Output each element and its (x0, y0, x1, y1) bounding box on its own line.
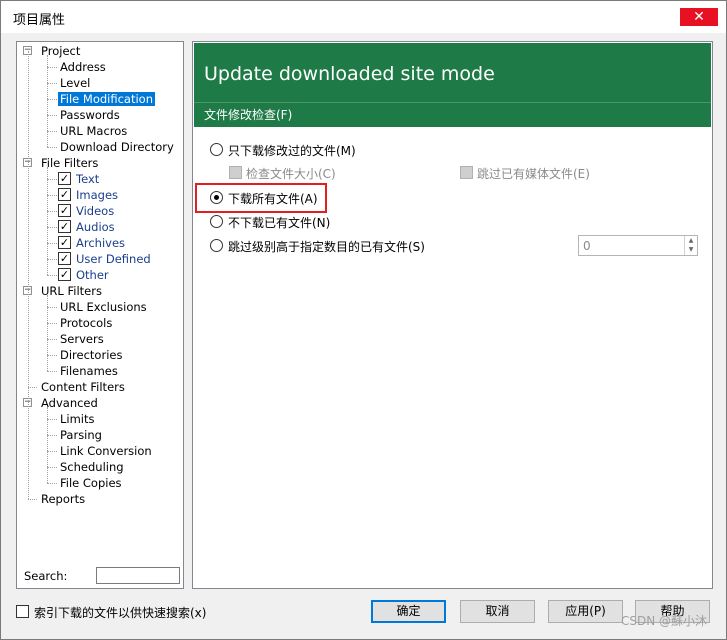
tree-item-label: Audios (76, 220, 115, 234)
filter-checkbox[interactable]: ✓ (58, 220, 71, 233)
spin-buttons[interactable]: ▲ ▼ (684, 236, 697, 255)
tree-item-limits[interactable]: Limits (58, 411, 97, 427)
section-title: 文件修改检查(F) (194, 102, 711, 126)
filter-checkbox[interactable]: ✓ (58, 252, 71, 265)
tree-item-content-filters[interactable]: Content Filters (39, 379, 127, 395)
ok-button[interactable]: 确定 (371, 600, 446, 623)
tree-item-address[interactable]: Address (58, 59, 108, 75)
tree-item-text[interactable]: Text (74, 171, 101, 187)
tree-item-label: Download Directory (60, 140, 174, 154)
tree-item-label: Parsing (60, 428, 102, 442)
tree-item-label: Project (41, 44, 81, 58)
tree-item-level[interactable]: Level (58, 75, 92, 91)
tree-item-url-exclusions[interactable]: URL Exclusions (58, 299, 149, 315)
filter-checkbox[interactable]: ✓ (58, 172, 71, 185)
tree-item-servers[interactable]: Servers (58, 331, 106, 347)
tree-item-url-filters[interactable]: URL Filters (39, 283, 104, 299)
tree-item-label: URL Macros (60, 124, 128, 138)
tree-item-label: Reports (41, 492, 86, 506)
filter-checkbox[interactable]: ✓ (58, 188, 71, 201)
tree-item-audios[interactable]: Audios (74, 219, 117, 235)
tree-item-label: URL Exclusions (60, 300, 147, 314)
tree-item-label: Protocols (60, 316, 113, 330)
close-button[interactable]: ✕ (680, 8, 718, 26)
check-size-checkbox[interactable] (229, 166, 242, 179)
tree-item-label: Archives (76, 236, 126, 250)
skip-level-spinbox[interactable]: 0 ▲ ▼ (578, 235, 698, 256)
tree-item-download-directory[interactable]: Download Directory (58, 139, 176, 155)
tree-item-scheduling[interactable]: Scheduling (58, 459, 126, 475)
tree-item-label: Scheduling (60, 460, 124, 474)
tree-item-link-conversion[interactable]: Link Conversion (58, 443, 154, 459)
tree-item-label: Directories (60, 348, 123, 362)
index-files-checkbox[interactable] (16, 605, 29, 618)
label-only-modified: 只下载修改过的文件(M) (228, 144, 356, 158)
window-title: 项目属性 (13, 13, 66, 28)
tree-item-label: Limits (60, 412, 95, 426)
tree-item-label: File Filters (41, 156, 99, 170)
filter-checkbox[interactable]: ✓ (58, 268, 71, 281)
tree-item-filenames[interactable]: Filenames (58, 363, 120, 379)
skip-level-value: 0 (583, 239, 591, 253)
tree-item-label: Images (76, 188, 119, 202)
tree-item-project[interactable]: Project (39, 43, 82, 59)
spin-up-icon[interactable]: ▲ (685, 236, 697, 245)
title-bar: 项目属性 ✕ (1, 1, 726, 33)
tree-item-reports[interactable]: Reports (39, 491, 87, 507)
search-label: Search: (24, 569, 68, 583)
tree-item-archives[interactable]: Archives (74, 235, 127, 251)
radio-only-modified[interactable] (210, 143, 223, 156)
tree-item-label: Level (60, 76, 91, 90)
content-panel: Update downloaded site mode 文件修改检查(F) (192, 41, 713, 589)
settings-tree: − Project Address Level File Modification Pas… (16, 41, 184, 589)
tree-item-videos[interactable]: Videos (74, 203, 116, 219)
label-skip-level: 跳过级别高于指定数目的已有文件(S) (228, 240, 425, 254)
label-no-existing: 不下载已有文件(N) (228, 216, 331, 230)
annotation-highlight-box (195, 183, 327, 213)
tree-item-label: Servers (60, 332, 104, 346)
tree-item-file-modification[interactable]: File Modification (58, 91, 155, 107)
tree-item-images[interactable]: Images (74, 187, 120, 203)
tree-item-user-defined[interactable]: User Defined (74, 251, 153, 267)
tree-item-passwords[interactable]: Passwords (58, 107, 122, 123)
label-check-size: 检查文件大小(C) (246, 167, 336, 181)
tree-item-label: URL Filters (41, 284, 102, 298)
tree-item-label: Filenames (60, 364, 118, 378)
apply-button[interactable]: 应用(P) (548, 600, 623, 623)
tree-item-label: Passwords (60, 108, 120, 122)
tree-item-other[interactable]: Other (74, 267, 111, 283)
spin-down-icon[interactable]: ▼ (685, 245, 697, 254)
tree-item-file-filters[interactable]: File Filters (39, 155, 100, 171)
tree-item-label: Advanced (41, 396, 98, 410)
tree-item-advanced[interactable]: Advanced (39, 395, 100, 411)
tree-item-label: File Copies (60, 476, 122, 490)
tree-item-label: Content Filters (41, 380, 125, 394)
tree-item-label: User Defined (76, 252, 151, 266)
tree-item-label: Address (60, 60, 106, 74)
search-input[interactable] (96, 567, 180, 584)
tree-item-label: Link Conversion (60, 444, 152, 458)
tree-item-url-macros[interactable]: URL Macros (58, 123, 129, 139)
tree-item-label: Other (76, 268, 109, 282)
tree-item-label: Text (76, 172, 100, 186)
radio-no-existing[interactable] (210, 215, 223, 228)
tree-item-label: File Modification (58, 92, 155, 106)
skip-media-checkbox[interactable] (460, 166, 473, 179)
watermark: CSDN @蘇小沐 (620, 614, 707, 628)
page-title: Update downloaded site mode (204, 63, 495, 85)
tree-item-protocols[interactable]: Protocols (58, 315, 114, 331)
cancel-button[interactable]: 取消 (460, 600, 535, 623)
label-skip-media: 跳过已有媒体文件(E) (477, 167, 590, 181)
filter-checkbox[interactable]: ✓ (58, 236, 71, 249)
tree-item-label: Videos (76, 204, 115, 218)
filter-checkbox[interactable]: ✓ (58, 204, 71, 217)
tree-item-parsing[interactable]: Parsing (58, 427, 104, 443)
radio-skip-level[interactable] (210, 239, 223, 252)
index-files-label: 索引下载的文件以供快速搜索(x) (34, 606, 207, 620)
tree-item-file-copies[interactable]: File Copies (58, 475, 124, 491)
tree-item-directories[interactable]: Directories (58, 347, 124, 363)
